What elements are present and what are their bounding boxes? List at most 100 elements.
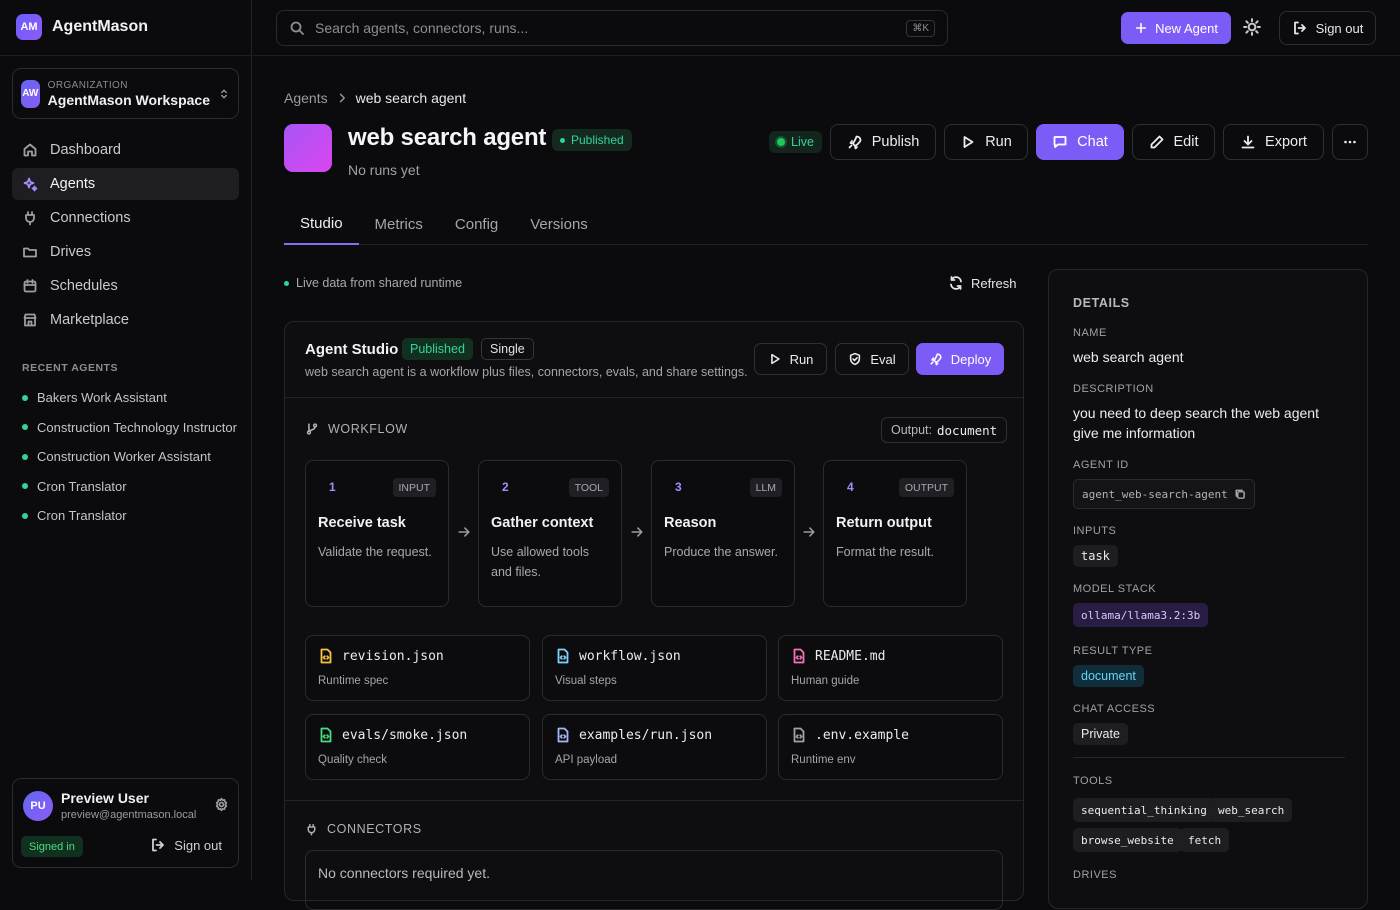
workflow-heading: WORKFLOW — [305, 422, 408, 436]
file-name: revision.json — [342, 649, 444, 664]
file-card[interactable]: revision.json Runtime spec — [305, 635, 530, 701]
tool-chip: sequential_thinking — [1073, 798, 1215, 822]
step-kind-badge: INPUT — [392, 478, 436, 497]
workflow-step[interactable]: 4 OUTPUT Return output Format the result… — [823, 460, 967, 607]
details-panel: DETAILS NAME web search agent DESCRIPTIO… — [1048, 269, 1368, 909]
file-code-icon — [555, 648, 571, 664]
more-options-button[interactable] — [1332, 124, 1368, 160]
step-description: Use allowed tools and files. — [491, 545, 589, 579]
sidebar-item-connections[interactable]: Connections — [12, 202, 239, 234]
agent-id-value: agent_web-search-agent — [1082, 487, 1228, 501]
connectors-heading: CONNECTORS — [305, 822, 422, 836]
chevron-right-icon — [336, 92, 348, 104]
user-name: Preview User — [61, 790, 149, 806]
file-description: Human guide — [791, 675, 860, 687]
recent-agent-item[interactable]: Cron Translator — [22, 472, 240, 502]
details-heading: DETAILS — [1073, 296, 1130, 310]
download-icon — [1240, 134, 1256, 150]
edit-button[interactable]: Edit — [1132, 124, 1215, 160]
live-badge: Live — [769, 131, 822, 153]
signout-button[interactable]: Sign out — [1279, 11, 1376, 45]
arrow-right-icon — [630, 525, 644, 539]
recent-agent-item[interactable]: Construction Technology Instructor — [22, 413, 240, 443]
app-logo: AM — [16, 14, 42, 40]
home-icon — [22, 142, 38, 158]
inputs-label: INPUTS — [1073, 525, 1117, 537]
agent-avatar — [284, 124, 332, 172]
org-kicker: ORGANIZATION — [47, 79, 128, 91]
file-card[interactable]: .env.example Runtime env — [778, 714, 1003, 780]
tab-config[interactable]: Config — [439, 205, 514, 245]
file-name: evals/smoke.json — [342, 728, 468, 743]
avatar: PU — [23, 791, 53, 821]
eval-button[interactable]: Eval — [835, 343, 909, 375]
org-avatar: AW — [21, 79, 40, 108]
recent-agent-item[interactable]: Construction Worker Assistant — [22, 442, 240, 472]
user-card: PU Preview User preview@agentmason.local… — [12, 778, 239, 868]
file-name: workflow.json — [579, 649, 681, 664]
agent-id-chip[interactable]: agent_web-search-agent — [1073, 479, 1255, 509]
run-button[interactable]: Run — [944, 124, 1028, 160]
file-card[interactable]: evals/smoke.json Quality check — [305, 714, 530, 780]
agent-description-value: you need to deep search the web agent gi… — [1073, 405, 1319, 441]
recent-agents-heading: RECENT AGENTS — [22, 362, 118, 374]
org-switcher[interactable]: AW ORGANIZATION AgentMason Workspace — [12, 68, 239, 119]
breadcrumb-parent[interactable]: Agents — [284, 90, 328, 106]
step-description: Format the result. — [836, 545, 934, 559]
status-dot — [22, 483, 28, 490]
sidebar-item-marketplace[interactable]: Marketplace — [12, 304, 239, 336]
chat-access-label: CHAT ACCESS — [1073, 703, 1156, 715]
sidebar-item-dashboard[interactable]: Dashboard — [12, 134, 239, 166]
output-type-pill: Output: document — [881, 417, 1008, 443]
export-button[interactable]: Export — [1223, 124, 1324, 160]
file-card[interactable]: workflow.json Visual steps — [542, 635, 767, 701]
workflow-step[interactable]: 2 TOOL Gather context Use allowed tools … — [478, 460, 622, 607]
copy-icon[interactable] — [1234, 488, 1246, 500]
search-input[interactable]: Search agents, connectors, runs... ⌘K — [276, 10, 948, 46]
step-number: 1 — [329, 480, 336, 494]
arrow-right-icon — [802, 525, 816, 539]
studio-header: Agent Studio Published Single web search… — [285, 322, 1023, 398]
sidebar-item-schedules[interactable]: Schedules — [12, 270, 239, 302]
chat-button[interactable]: Chat — [1036, 124, 1124, 160]
git-branch-icon — [305, 422, 319, 436]
sidebar-item-label: Marketplace — [50, 312, 129, 328]
workflow-step[interactable]: 1 INPUT Receive task Validate the reques… — [305, 460, 449, 607]
chevron-up-down-icon — [218, 88, 230, 100]
file-card[interactable]: README.md Human guide — [778, 635, 1003, 701]
tool-chip: browse_website — [1073, 828, 1182, 852]
sun-icon[interactable] — [1243, 18, 1261, 36]
publish-button[interactable]: Publish — [830, 124, 936, 160]
file-code-icon — [318, 648, 334, 664]
rocket-icon — [929, 352, 943, 366]
sidebar-item-agents[interactable]: Agents — [12, 168, 239, 200]
logout-icon — [1292, 20, 1308, 36]
recent-agent-item[interactable]: Cron Translator — [22, 501, 240, 531]
step-title: Gather context — [491, 515, 594, 531]
chat-access-chip: Private — [1073, 723, 1128, 745]
sidebar-signout-button[interactable]: Sign out — [150, 837, 222, 853]
gear-icon[interactable] — [214, 797, 229, 812]
workflow-step[interactable]: 3 LLM Reason Produce the answer. — [651, 460, 795, 607]
new-agent-button[interactable]: New Agent — [1121, 12, 1231, 44]
deploy-button[interactable]: Deploy — [916, 343, 1004, 375]
tab-metrics[interactable]: Metrics — [359, 205, 439, 245]
tab-studio[interactable]: Studio — [284, 205, 359, 245]
brand[interactable]: AM AgentMason — [16, 14, 148, 40]
divider — [1073, 757, 1345, 758]
input-chip: task — [1073, 545, 1118, 567]
studio-run-button[interactable]: Run — [754, 343, 827, 375]
step-title: Reason — [664, 515, 717, 531]
file-description: API payload — [555, 754, 618, 766]
agent-studio-card: Agent Studio Published Single web search… — [284, 321, 1024, 910]
sidebar-item-drives[interactable]: Drives — [12, 236, 239, 268]
description-label: DESCRIPTION — [1073, 383, 1154, 395]
file-code-icon — [555, 727, 571, 743]
tab-versions[interactable]: Versions — [514, 205, 604, 245]
file-card[interactable]: examples/run.json API payload — [542, 714, 767, 780]
plug-icon — [305, 823, 318, 836]
refresh-button[interactable]: Refresh — [948, 275, 1017, 291]
logout-icon — [150, 837, 166, 853]
recent-agent-item[interactable]: Bakers Work Assistant — [22, 383, 240, 413]
file-name: examples/run.json — [579, 728, 713, 743]
